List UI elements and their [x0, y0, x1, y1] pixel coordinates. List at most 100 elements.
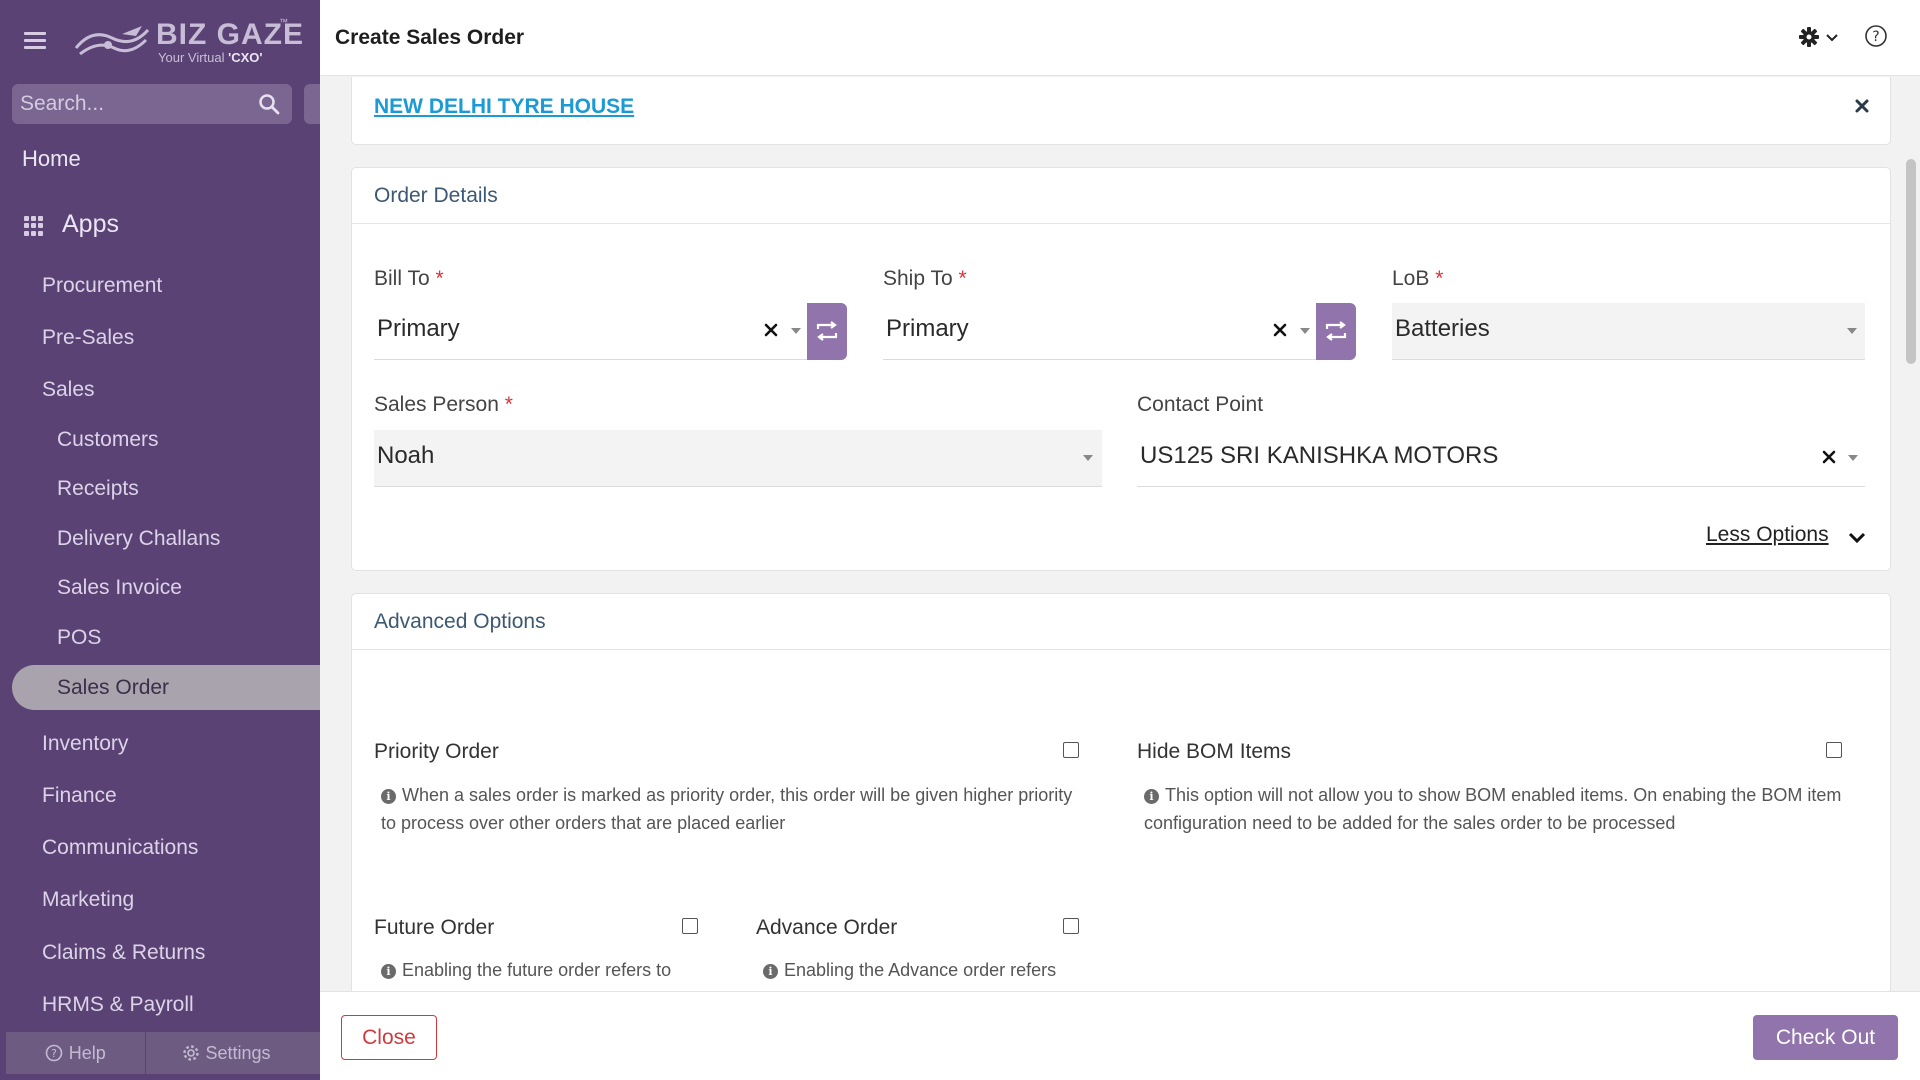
sidebar-item-marketing[interactable]: Marketing — [42, 888, 134, 912]
bill-to-label-text: Bill To — [374, 267, 430, 290]
info-icon: i — [381, 964, 396, 979]
ship-to-label: Ship To * — [883, 267, 967, 291]
main-panel: Create Sales Order ? NEW DELHI TYRE HOUS… — [320, 0, 1920, 1080]
logo-row: BIZ GAZE ™ Your Virtual 'CXO' — [0, 0, 320, 80]
contact-point-label: Contact Point — [1137, 393, 1264, 416]
hide-bom-checkbox[interactable] — [1826, 742, 1842, 758]
page-title: Create Sales Order — [335, 26, 525, 49]
caret-down-icon[interactable] — [790, 327, 802, 335]
sidebar-item-home[interactable]: Home — [22, 146, 81, 172]
gear-icon[interactable] — [1798, 26, 1820, 48]
help-button[interactable]: ? Help — [6, 1032, 146, 1074]
advance-order-checkbox[interactable] — [1063, 918, 1079, 934]
lob-label-text: LoB — [1392, 267, 1430, 290]
advance-order-help-text: Enabling the Advance order refers — [784, 960, 1057, 980]
info-icon: i — [763, 964, 778, 979]
form-content: NEW DELHI TYRE HOUSE Order Details Bill … — [320, 77, 1920, 991]
sidebar-item-delivery-challans[interactable]: Delivery Challans — [57, 527, 220, 551]
clear-icon[interactable] — [1273, 323, 1287, 337]
caret-down-icon[interactable] — [1846, 327, 1858, 335]
required-mark: * — [435, 267, 444, 290]
order-details-heading: Order Details — [374, 184, 498, 207]
priority-order-checkbox[interactable] — [1063, 742, 1079, 758]
svg-text:?: ? — [1872, 29, 1879, 45]
tagline-bold: 'CXO' — [228, 50, 263, 65]
clear-icon[interactable] — [764, 323, 778, 337]
ship-to-swap-button[interactable] — [1316, 303, 1356, 360]
sidebar-item-pos[interactable]: POS — [57, 626, 101, 650]
sidebar-item-communications[interactable]: Communications — [42, 836, 198, 860]
hide-bom-label: Hide BOM Items — [1137, 740, 1292, 763]
sidebar-item-inventory[interactable]: Inventory — [42, 732, 128, 756]
check-out-button[interactable]: Check Out — [1753, 1015, 1898, 1060]
lob-select[interactable]: Batteries — [1392, 303, 1865, 360]
caret-down-icon[interactable] — [1847, 454, 1859, 462]
sidebar-item-receipts[interactable]: Receipts — [57, 477, 139, 501]
advance-order-label: Advance Order — [756, 916, 898, 939]
help-icon[interactable]: ? — [1864, 24, 1888, 48]
logo-trademark: ™ — [279, 17, 288, 27]
sidebar-item-procurement[interactable]: Procurement — [42, 274, 162, 298]
chevron-down-icon[interactable] — [1848, 532, 1866, 544]
lob-label: LoB * — [1392, 267, 1443, 291]
sidebar-item-sales-order-label: Sales Order — [57, 676, 170, 699]
tagline-prefix: Your Virtual — [158, 50, 229, 65]
form-footer: Close Check Out — [320, 991, 1920, 1080]
svg-text:?: ? — [51, 1047, 57, 1060]
sales-person-select[interactable]: Noah — [374, 430, 1102, 487]
sidebar-item-customers[interactable]: Customers — [57, 428, 159, 452]
bill-to-value: Primary — [377, 315, 460, 342]
clear-icon[interactable] — [1822, 450, 1836, 464]
hide-bom-help-text: This option will not allow you to show B… — [1144, 785, 1842, 833]
bill-to-select[interactable]: Primary — [374, 303, 807, 360]
sidebar-item-sales-invoice[interactable]: Sales Invoice — [57, 576, 182, 600]
info-icon: i — [1144, 789, 1159, 804]
customer-card: NEW DELHI TYRE HOUSE — [351, 77, 1891, 145]
repeat-icon — [816, 321, 838, 341]
less-options-link[interactable]: Less Options — [1706, 523, 1829, 547]
ship-to-label-text: Ship To — [883, 267, 953, 290]
sidebar-item-hrms-payroll[interactable]: HRMS & Payroll — [42, 993, 194, 1017]
sidebar-item-pre-sales[interactable]: Pre-Sales — [42, 326, 134, 350]
caret-down-icon[interactable] — [1299, 327, 1311, 335]
scrollbar-thumb[interactable] — [1906, 159, 1916, 364]
ship-to-value: Primary — [886, 315, 969, 342]
priority-order-help: i When a sales order is marked as priorit… — [381, 781, 1081, 837]
search-input[interactable] — [20, 84, 250, 124]
advanced-options-heading: Advanced Options — [374, 610, 546, 633]
settings-button[interactable]: Settings — [146, 1032, 321, 1074]
settings-gear-icon — [182, 1045, 199, 1061]
apps-grid-icon — [24, 216, 44, 236]
sales-person-label: Sales Person * — [374, 393, 513, 417]
sidebar-search — [12, 84, 292, 124]
lob-value: Batteries — [1395, 315, 1490, 342]
close-icon[interactable] — [1854, 98, 1870, 114]
bill-to-swap-button[interactable] — [807, 303, 847, 360]
search-filter-peek[interactable] — [304, 84, 320, 124]
caret-down-icon[interactable] — [1082, 454, 1094, 462]
customer-name-link[interactable]: NEW DELHI TYRE HOUSE — [374, 95, 634, 119]
search-icon[interactable] — [258, 93, 280, 115]
future-order-help-text: Enabling the future order refers to — [402, 960, 672, 980]
sidebar-footer: ? Help Settings — [6, 1032, 320, 1074]
logo-tagline: Your Virtual 'CXO' — [158, 50, 262, 65]
required-mark: * — [504, 393, 513, 416]
ship-to-select[interactable]: Primary — [883, 303, 1316, 360]
close-button[interactable]: Close — [341, 1015, 437, 1060]
help-label: Help — [68, 1042, 106, 1063]
contact-point-select[interactable]: US125 SRI KANISHKA MOTORS — [1137, 430, 1865, 487]
future-order-help: i Enabling the future order refers to — [381, 956, 721, 984]
contact-point-value: US125 SRI KANISHKA MOTORS — [1140, 442, 1499, 469]
bizgaze-logo-icon — [74, 26, 150, 56]
advance-order-help: i Enabling the Advance order refers — [763, 956, 1103, 984]
sidebar-item-claims-returns[interactable]: Claims & Returns — [42, 941, 205, 965]
sales-person-label-text: Sales Person — [374, 393, 499, 416]
future-order-checkbox[interactable] — [682, 918, 698, 934]
repeat-icon — [1325, 321, 1347, 341]
hamburger-menu-icon[interactable] — [24, 32, 46, 50]
sidebar-item-finance[interactable]: Finance — [42, 784, 117, 808]
sidebar-item-sales[interactable]: Sales — [42, 378, 95, 402]
page-header: Create Sales Order ? — [320, 0, 1920, 76]
required-mark: * — [958, 267, 967, 290]
chevron-down-icon[interactable] — [1826, 34, 1838, 42]
